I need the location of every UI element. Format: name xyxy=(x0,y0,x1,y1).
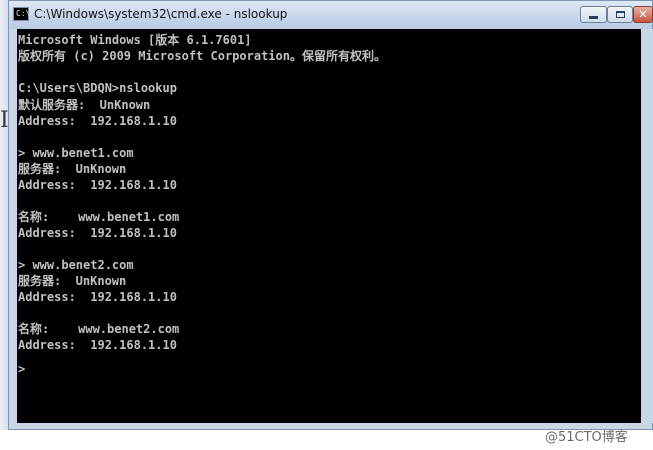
console-line: 服务器: UnKnown xyxy=(18,274,127,288)
console-line: 版权所有 (c) 2009 Microsoft Corporation。保留所有… xyxy=(18,49,386,63)
window-title: C:\Windows\system32\cmd.exe - nslookup xyxy=(34,7,288,21)
maximize-button[interactable] xyxy=(607,6,633,23)
console-line: Address: 192.168.1.10 xyxy=(18,114,177,128)
title-bar[interactable]: C:\ C:\Windows\system32\cmd.exe - nslook… xyxy=(9,1,653,29)
watermark: @51CTO博客 xyxy=(545,430,628,445)
console-line: Address: 192.168.1.10 xyxy=(18,178,177,192)
scrollbar-track[interactable] xyxy=(641,29,653,423)
console-output[interactable]: Microsoft Windows [版本 6.1.7601] 版权所有 (c) … xyxy=(17,29,641,423)
minimize-icon xyxy=(589,16,598,19)
console-line: C:\Users\BDQN>nslookup xyxy=(18,81,177,95)
cmd-window: C:\ C:\Windows\system32\cmd.exe - nslook… xyxy=(8,0,653,430)
console-line: > www.benet2.com xyxy=(18,258,134,272)
minimize-button[interactable] xyxy=(580,6,607,23)
console-line: Address: 192.168.1.10 xyxy=(18,226,177,240)
maximize-icon xyxy=(615,11,625,18)
console-line: Address: 192.168.1.10 xyxy=(18,338,177,352)
close-icon: ✕ xyxy=(638,8,648,21)
console-line: 名称: www.benet1.com xyxy=(18,210,180,224)
console-line: Address: 192.168.1.10 xyxy=(18,290,177,304)
console-line: 默认服务器: UnKnown xyxy=(18,98,151,112)
close-button[interactable]: ✕ xyxy=(633,6,653,23)
console-line: 名称: www.benet2.com xyxy=(18,322,180,336)
console-line: Microsoft Windows [版本 6.1.7601] xyxy=(18,33,252,47)
cmd-icon[interactable]: C:\ xyxy=(13,7,30,21)
console-line: 服务器: UnKnown xyxy=(18,162,127,176)
console-line: > www.benet1.com xyxy=(18,146,134,160)
command-prompt: > xyxy=(18,362,26,376)
